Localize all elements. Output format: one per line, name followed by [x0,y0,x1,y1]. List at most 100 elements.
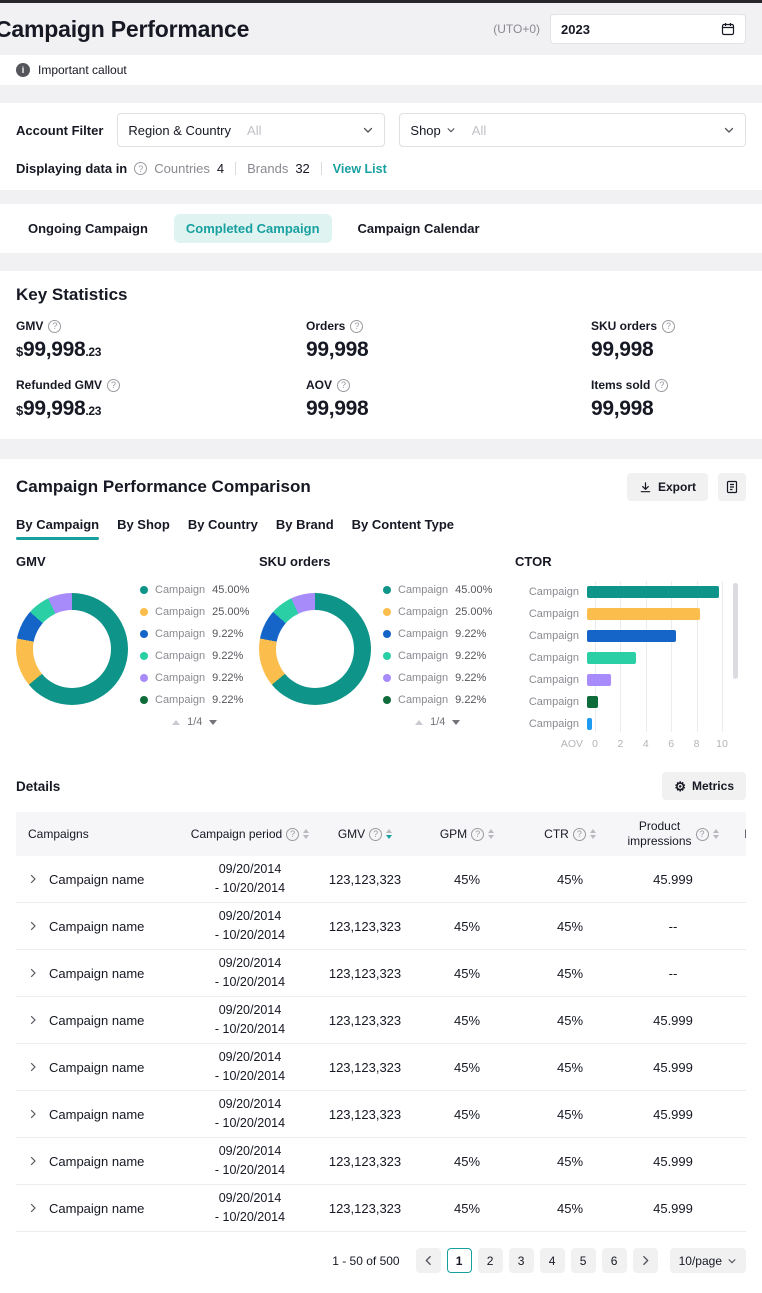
column-header[interactable]: GMV ? [316,827,414,842]
bar[interactable] [587,630,676,642]
gpm-value: 45% [414,872,520,887]
column-header[interactable]: Product impressions ? [620,819,726,849]
bar[interactable] [587,608,700,620]
question-icon[interactable]: ? [655,379,668,392]
question-icon[interactable]: ? [350,320,363,333]
page-button[interactable]: 4 [540,1248,565,1273]
page-button[interactable]: 3 [509,1248,534,1273]
gear-icon: ⚙ [674,780,686,793]
prev-page-button[interactable] [416,1248,441,1273]
question-icon[interactable]: ? [337,379,350,392]
ctr-value: 45% [520,1201,620,1216]
callout-text: Important callout [38,63,127,77]
legend-item: Campaign 9.22% [140,689,249,711]
pager-down-icon[interactable] [209,720,217,725]
sort-icon[interactable] [488,829,494,839]
expand-row-icon[interactable] [28,921,38,931]
campaign-period: 09/20/2014 - 10/20/2014 [184,1095,316,1133]
metrics-button[interactable]: ⚙ Metrics [662,772,746,800]
main-tab[interactable]: Ongoing Campaign [16,214,160,243]
table-row: Campaign name 09/20/2014 - 10/20/2014 12… [16,1091,746,1138]
pager-up-icon[interactable] [415,720,423,725]
chevron-down-icon[interactable] [446,125,456,135]
main-tab[interactable]: Campaign Calendar [346,214,492,243]
comparison-subtab[interactable]: By Country [188,517,258,540]
expand-row-icon[interactable] [28,874,38,884]
column-header[interactable]: GPM ? [414,827,520,842]
callout-banner: i Important callout [0,55,762,85]
stat-label: Refunded GMV [16,378,102,392]
year-picker[interactable]: 2023 [550,14,746,44]
bar[interactable] [587,674,611,686]
campaign-period: 09/20/2014 - 10/20/2014 [184,1189,316,1227]
column-header[interactable]: Campaign period ? [184,827,316,842]
legend-label: Campaign [155,628,205,640]
next-page-button[interactable] [633,1248,658,1273]
question-icon[interactable]: ? [286,828,299,841]
sort-icon[interactable] [713,829,719,839]
page-button[interactable]: 5 [571,1248,596,1273]
ctor-chart-title: CTOR [515,554,746,569]
comparison-subtab[interactable]: By Shop [117,517,170,540]
shop-select[interactable]: Shop All [399,113,746,147]
legend-dot [140,608,148,616]
page-size-select[interactable]: 10/page [670,1248,746,1273]
chart-scrollbar[interactable] [733,583,738,679]
pager-up-icon[interactable] [172,720,180,725]
question-icon[interactable]: ? [662,320,675,333]
table-row: Campaign name 09/20/2014 - 10/20/2014 12… [16,1185,746,1232]
stats-grid: GMV ? $99,998.23 Orders ? 99,998 [16,319,746,421]
question-icon[interactable]: ? [696,828,709,841]
expand-row-icon[interactable] [28,1203,38,1213]
bar[interactable] [587,718,592,730]
bar[interactable] [587,586,719,598]
main-tab[interactable]: Completed Campaign [174,214,332,243]
gmv-value: 123,123,323 [316,1154,414,1169]
question-icon[interactable]: ? [471,828,484,841]
column-header[interactable]: CTR ? [520,827,620,842]
page-button[interactable]: 2 [478,1248,503,1273]
expand-row-icon[interactable] [28,1156,38,1166]
page-button[interactable]: 6 [602,1248,627,1273]
column-header[interactable]: Placeho [726,827,746,842]
campaign-name: Campaign name [49,1060,144,1075]
bar-row: Campaign [515,647,746,669]
info-icon: i [16,63,30,77]
page-button[interactable]: 1 [447,1248,472,1273]
column-header[interactable]: Campaigns [16,827,184,842]
ctr-value: 45% [520,1013,620,1028]
view-list-link[interactable]: View List [333,162,387,176]
question-icon[interactable]: ? [107,379,120,392]
comparison-subtab[interactable]: By Content Type [352,517,454,540]
expand-row-icon[interactable] [28,1015,38,1025]
sort-icon[interactable] [303,829,309,839]
legend-item: Campaign 45.00% [140,579,249,601]
x-tick: 6 [668,738,674,750]
region-country-select[interactable]: Region & Country All [117,113,385,147]
chevron-down-icon [727,1256,737,1266]
question-icon[interactable]: ? [369,828,382,841]
bar-category-label: Campaign [515,586,587,598]
stat-label: GMV [16,319,43,333]
expand-row-icon[interactable] [28,968,38,978]
bar[interactable] [587,652,636,664]
expand-row-icon[interactable] [28,1109,38,1119]
comparison-subtab[interactable]: By Campaign [16,517,99,540]
x-tick: 4 [643,738,649,750]
sort-icon[interactable] [590,829,596,839]
bar[interactable] [587,696,598,708]
pager-down-icon[interactable] [452,720,460,725]
report-button[interactable] [718,473,746,501]
legend-item: Campaign 25.00% [140,601,249,623]
expand-row-icon[interactable] [28,1062,38,1072]
question-icon[interactable]: ? [573,828,586,841]
region-select-name: Region & Country [128,123,231,138]
ctr-value: 45% [520,1154,620,1169]
legend-value: 9.22% [455,628,486,640]
sort-icon[interactable] [386,829,392,839]
question-icon[interactable]: ? [48,320,61,333]
ctor-plot-area: Campaign Campaign Campaign [515,581,746,732]
comparison-subtab[interactable]: By Brand [276,517,334,540]
legend-label: Campaign [398,694,448,706]
export-button[interactable]: Export [627,473,708,501]
